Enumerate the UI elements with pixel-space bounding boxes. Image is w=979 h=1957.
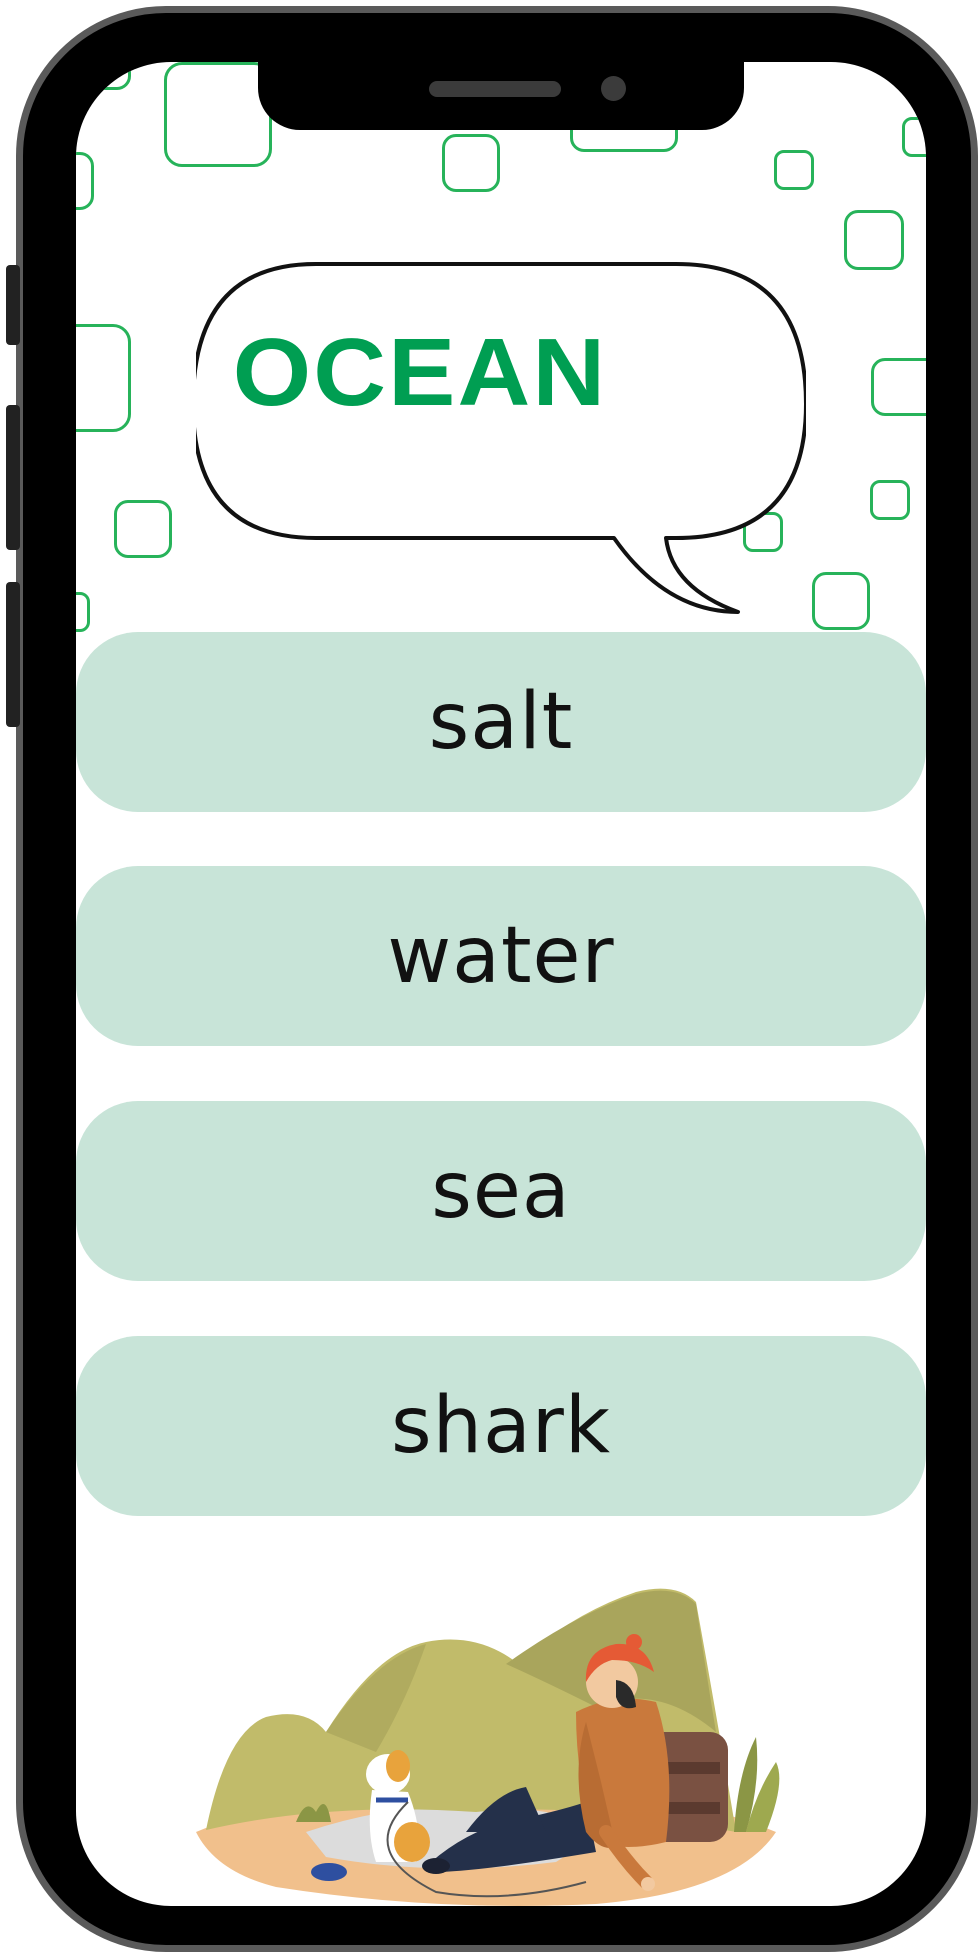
decor-square: [774, 150, 814, 190]
front-camera: [601, 76, 626, 101]
hiker-with-dog-illustration: [196, 1588, 780, 1906]
decor-square: [442, 134, 500, 192]
decor-square: [76, 324, 131, 432]
volume-down-button: [6, 405, 20, 550]
decor-square: [812, 572, 870, 630]
decor-square: [76, 152, 94, 210]
volume-up-button: [6, 265, 20, 345]
decor-square: [871, 358, 926, 416]
option-sea[interactable]: sea: [76, 1101, 926, 1281]
decor-square: [902, 117, 926, 157]
decor-square: [844, 210, 904, 270]
mute-switch: [6, 582, 20, 727]
speaker-grille: [429, 81, 561, 97]
decor-square: [114, 500, 172, 558]
option-water[interactable]: water: [76, 866, 926, 1046]
decor-square: [76, 592, 90, 632]
quiz-title: OCEAN: [232, 319, 608, 426]
decor-square: [870, 480, 910, 520]
app-screen: OCEAN salt water sea shark: [76, 62, 926, 1906]
option-shark[interactable]: shark: [76, 1336, 926, 1516]
decor-square: [91, 62, 131, 90]
decor-square: [164, 62, 272, 167]
option-salt[interactable]: salt: [76, 632, 926, 812]
